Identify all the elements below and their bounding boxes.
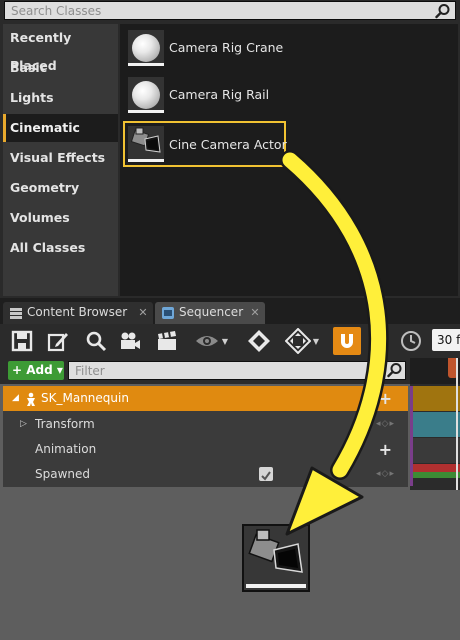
track-filter-box [68,361,406,380]
timeline-section-spawned-key[interactable] [410,472,460,478]
timeline-section-sk-mannequin[interactable] [410,386,460,411]
track-label: Spawned [35,467,91,481]
spawned-checkbox[interactable] [259,467,273,481]
expand-arrow-icon[interactable]: ▷ [20,412,27,437]
chevron-down-icon: ▼ [312,336,320,346]
sphere-icon [128,30,164,66]
track-row-sk-mannequin[interactable]: ◢ SK_Mannequin + [3,386,408,411]
camera-button[interactable] [116,328,144,354]
category-geometry[interactable]: Geometry [3,174,118,202]
timeline-section-spawned[interactable] [410,464,460,472]
class-search-input[interactable] [5,2,429,19]
timeline-section-transform[interactable] [410,412,460,437]
timeline-area[interactable] [410,358,460,490]
play-rate-button[interactable] [398,328,424,354]
category-list: Recently Placed Basic Lights Cinematic V… [3,24,118,296]
class-item-label: Camera Rig Crane [169,40,284,55]
add-track-button[interactable]: + Add ▾ [8,361,64,380]
category-visual-effects[interactable]: Visual Effects [3,144,118,172]
tab-label: Content Browser [27,305,128,319]
film-icon [161,306,175,320]
class-item-camera-rig-crane[interactable]: Camera Rig Crane [124,26,284,70]
class-item-camera-rig-rail[interactable]: Camera Rig Rail [124,73,284,117]
keyframe-options-dropdown[interactable]: ▼ [282,328,322,354]
track-filter-input[interactable] [69,362,379,379]
folder-icon [9,306,23,320]
drag-preview-cine-camera [242,524,310,592]
track-label: Transform [35,417,95,431]
add-icon[interactable]: + [379,386,392,411]
timeline-section-animation[interactable] [410,438,460,463]
edit-button[interactable] [44,328,72,354]
camera-icon [121,332,140,349]
track-list: ◢ SK_Mannequin + ▷ Transform ◂◇▸ Animati… [3,386,408,487]
find-button[interactable] [82,328,110,354]
category-basic[interactable]: Basic [3,54,118,82]
clapperboard-icon [158,331,176,350]
key-icon [248,330,270,352]
drop-area[interactable] [0,490,460,640]
key-button[interactable] [245,328,273,354]
category-recently-placed[interactable]: Recently Placed [3,24,118,73]
chevron-down-icon: ▼ [221,336,229,346]
class-search-bar [4,1,456,20]
search-icon[interactable] [387,362,403,378]
eye-icon [195,336,218,346]
search-icon[interactable] [435,3,451,19]
clock-icon [401,331,421,351]
key-navigation-icon[interactable]: ◂◇▸ [376,462,395,487]
category-lights[interactable]: Lights [3,84,118,112]
track-row-animation[interactable]: Animation + [3,437,408,462]
tab-sequencer[interactable]: Sequencer ✕ [155,302,265,324]
sequencer-toolbar: ▼ ▼ [0,324,460,358]
edit-icon [47,333,68,352]
track-label: SK_Mannequin [41,391,129,405]
category-cinematic[interactable]: Cinematic [3,114,118,142]
tab-content-browser[interactable]: Content Browser ✕ [3,302,153,324]
track-header: + Add ▾ [0,358,460,384]
category-all-classes[interactable]: All Classes [3,234,118,262]
expand-arrow-icon[interactable]: ◢ [12,386,19,411]
editor-tab-strip: Content Browser ✕ Sequencer ✕ [0,298,460,324]
category-volumes[interactable]: Volumes [3,204,118,232]
add-icon[interactable]: + [379,437,392,462]
track-row-transform[interactable]: ▷ Transform ◂◇▸ [3,412,408,437]
view-options-dropdown[interactable]: ▼ [192,328,230,354]
snap-toggle-button[interactable] [333,327,361,355]
save-icon [11,330,33,352]
class-item-cine-camera-actor[interactable]: Cine Camera Actor [123,121,287,167]
track-row-spawned[interactable]: Spawned ◂◇▸ [3,462,408,487]
class-list: Camera Rig Crane Camera Rig Rail Cine Ca… [120,24,458,296]
track-color-stripe [410,386,413,486]
close-icon[interactable]: ✕ [249,302,261,323]
place-actors-panel: Recently Placed Basic Lights Cinematic V… [0,0,460,298]
keyframe-icon [284,328,311,354]
render-movie-button[interactable] [153,328,181,354]
tab-label: Sequencer [179,305,244,319]
save-button[interactable] [8,328,36,354]
sphere-icon [128,77,164,113]
frame-rate-field[interactable]: 30 f [432,329,460,351]
key-navigation-icon[interactable]: ◂◇▸ [376,412,395,437]
cine-camera-icon [248,529,303,573]
playhead-line [456,358,458,490]
class-item-label: Camera Rig Rail [169,87,270,102]
class-item-label: Cine Camera Actor [169,137,287,152]
cine-camera-icon [128,126,164,162]
magnet-icon [341,334,353,348]
track-label: Animation [35,442,97,456]
close-icon[interactable]: ✕ [137,302,149,323]
search-icon [86,331,107,352]
